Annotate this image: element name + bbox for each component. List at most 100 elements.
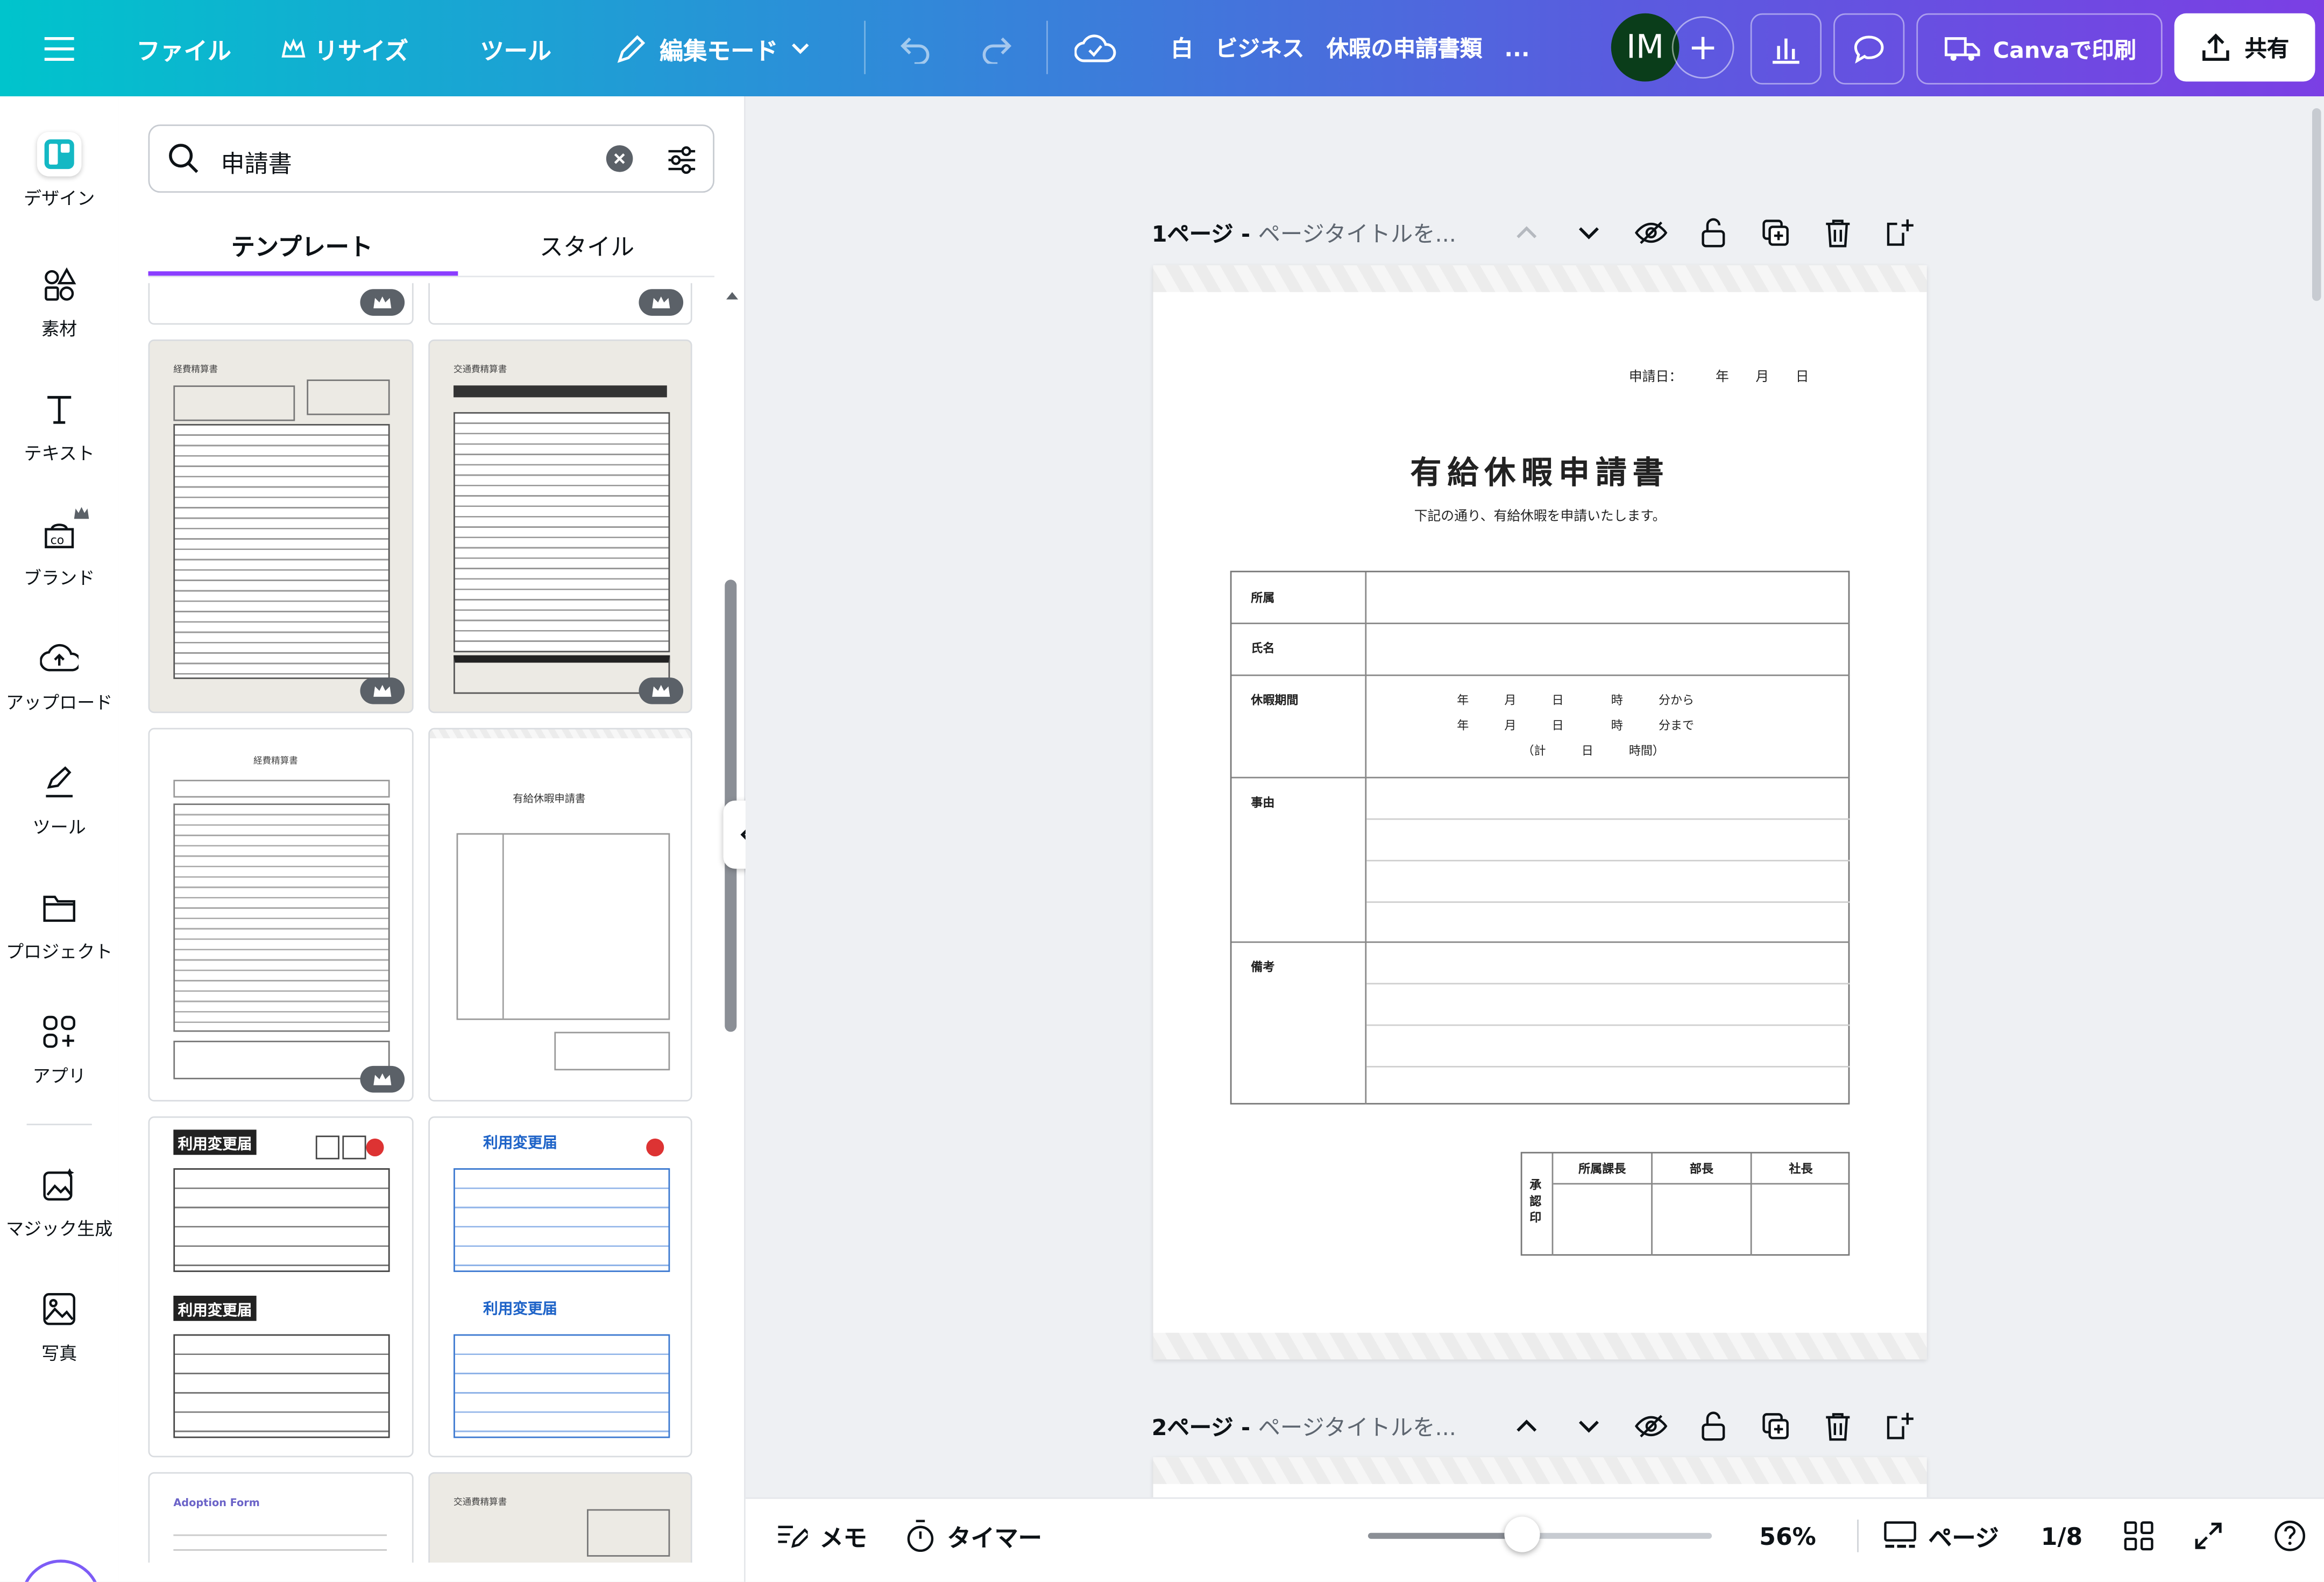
- document-subtitle[interactable]: 下記の通り、有給休暇を申請いたします。: [1153, 505, 1926, 525]
- panel-scrollbar[interactable]: [725, 283, 740, 1563]
- hide-page-button[interactable]: [1620, 215, 1682, 250]
- page-1[interactable]: 申請日： 年 月 日 有給休暇申請書 下記の通り、有給休暇を申請いたします。 所…: [1153, 265, 1927, 1360]
- thumb-title: 利用変更届: [483, 1301, 557, 1318]
- move-down-button[interactable]: [1558, 1408, 1620, 1444]
- sparkle-icon: [41, 1580, 80, 1582]
- page-2[interactable]: [1153, 1457, 1927, 1498]
- page-2-title[interactable]: ページタイトルを...: [1258, 1414, 1456, 1441]
- edit-mode-dropdown[interactable]: 編集モード: [615, 0, 811, 96]
- timer-button[interactable]: タイマー: [905, 1499, 1042, 1573]
- fullscreen-button[interactable]: [2194, 1499, 2223, 1573]
- help-button[interactable]: [2273, 1499, 2306, 1573]
- approval-stamp-table[interactable]: 承認印 所属課長 部長 社長: [1520, 1152, 1850, 1256]
- rail-upload[interactable]: アップロード: [0, 636, 118, 715]
- template-thumb-adoption[interactable]: Adoption Form: [148, 1472, 414, 1563]
- page-2-header[interactable]: 2ページ - ページタイトルを...: [1152, 1411, 1456, 1443]
- add-page-button[interactable]: [1869, 1408, 1931, 1444]
- print-with-canva-button[interactable]: Canvaで印刷: [1916, 13, 2163, 85]
- rail-magic-media[interactable]: マジック生成: [0, 1162, 118, 1241]
- canva-ai-button[interactable]: [20, 1559, 101, 1582]
- application-date[interactable]: 申請日： 年 月 日: [1629, 366, 1809, 386]
- page-1-title[interactable]: ページタイトルを...: [1258, 221, 1456, 248]
- period-total[interactable]: （計 日 時間）: [1522, 743, 1664, 759]
- tab-divider: [148, 276, 714, 278]
- plus-icon: +: [1688, 26, 1718, 68]
- template-thumb-leave[interactable]: 有給休暇申請書: [428, 728, 692, 1102]
- notes-button[interactable]: メモ: [775, 1499, 867, 1573]
- lock-page-button[interactable]: [1682, 215, 1745, 250]
- template-thumb-transport[interactable]: 交通費精算書: [428, 339, 692, 714]
- tab-templates[interactable]: テンプレート: [231, 227, 373, 263]
- duplicate-page-button[interactable]: [1745, 1408, 1807, 1444]
- search-box[interactable]: 申請書: [148, 124, 714, 193]
- clear-search-button[interactable]: [606, 145, 633, 172]
- template-thumb-expense-white[interactable]: 経費精算書: [148, 728, 414, 1102]
- brand-icon: co: [37, 507, 89, 556]
- leave-form-table[interactable]: 所属 氏名 休暇期間 事由 備考 年 月 日 時 分から 年 月 日 時 分まで…: [1230, 570, 1850, 1105]
- redo-button[interactable]: [978, 0, 1014, 96]
- active-tab-indicator: [148, 271, 458, 276]
- expand-icon: [2195, 1522, 2222, 1549]
- add-page-button[interactable]: [1869, 215, 1931, 250]
- rail-brand[interactable]: co ブランド: [0, 507, 118, 590]
- page-counter[interactable]: 1/8: [2041, 1499, 2082, 1573]
- rail-apps[interactable]: アプリ: [0, 1009, 118, 1088]
- page-1-header[interactable]: 1ページ - ページタイトルを...: [1152, 218, 1456, 249]
- template-thumb-transport-2[interactable]: 交通費精算書: [428, 1472, 692, 1563]
- unlock-icon: [1702, 1411, 1725, 1441]
- search-input[interactable]: 申請書: [221, 144, 292, 179]
- zoom-slider-handle[interactable]: [1505, 1516, 1541, 1552]
- document-heading[interactable]: 有給休暇申請書: [1153, 449, 1926, 494]
- rail-text[interactable]: テキスト: [0, 387, 118, 465]
- delete-page-button[interactable]: [1806, 1408, 1869, 1444]
- delete-page-button[interactable]: [1806, 215, 1869, 250]
- thumb-title: 交通費精算書: [454, 364, 507, 376]
- canvas-scrollbar[interactable]: [2312, 108, 2321, 301]
- template-thumb-expense[interactable]: 経費精算書: [148, 339, 414, 714]
- resize-menu[interactable]: リサイズ: [281, 0, 408, 96]
- filter-icon[interactable]: [665, 144, 698, 176]
- pages-icon: [1884, 1521, 1916, 1548]
- rail-tools[interactable]: ツール: [0, 760, 118, 839]
- thumb-title: 利用変更届: [173, 1129, 257, 1155]
- period-to[interactable]: 年 月 日 時 分まで: [1457, 717, 1694, 733]
- magic-image-icon: [37, 1162, 82, 1207]
- file-menu[interactable]: ファイル: [136, 0, 231, 96]
- hide-page-button[interactable]: [1620, 1408, 1682, 1444]
- share-button[interactable]: 共有: [2174, 13, 2315, 82]
- pages-button[interactable]: ページ: [1884, 1499, 1999, 1573]
- grid-view-button[interactable]: [2124, 1499, 2153, 1573]
- insights-button[interactable]: [1750, 13, 1822, 85]
- period-from[interactable]: 年 月 日 時 分から: [1457, 693, 1694, 709]
- move-down-button[interactable]: [1558, 215, 1620, 250]
- rail-design[interactable]: デザイン: [0, 132, 118, 210]
- template-thumb[interactable]: [428, 283, 692, 325]
- rail-elements[interactable]: 素材: [0, 263, 118, 341]
- tools-menu[interactable]: ツール: [480, 0, 551, 96]
- move-up-button[interactable]: [1496, 215, 1558, 250]
- trash-icon: [1826, 220, 1850, 248]
- design-icon: [37, 132, 82, 176]
- comments-button[interactable]: [1833, 13, 1905, 85]
- zoom-level[interactable]: 56%: [1759, 1499, 1816, 1573]
- user-avatar[interactable]: IM: [1611, 13, 1680, 82]
- save-status-button[interactable]: [1074, 0, 1116, 96]
- template-thumb-change-blue[interactable]: 利用変更届 利用変更届: [428, 1116, 692, 1458]
- duplicate-icon: [1762, 1413, 1789, 1439]
- cloud-upload-icon: [37, 636, 82, 681]
- rail-photos[interactable]: 写真: [0, 1287, 118, 1365]
- chevron-down-icon: [792, 43, 809, 53]
- template-thumb-change-bw[interactable]: 利用変更届 利用変更届: [148, 1116, 414, 1458]
- menu-button[interactable]: [44, 0, 74, 96]
- add-collaborator-button[interactable]: +: [1671, 16, 1734, 79]
- move-up-button[interactable]: [1496, 1408, 1558, 1444]
- undo-button[interactable]: [898, 0, 934, 96]
- lock-page-button[interactable]: [1682, 1408, 1745, 1444]
- rail-projects[interactable]: プロジェクト: [0, 885, 118, 964]
- document-title[interactable]: 白 ビジネス 休暇の申請書類 ...: [1171, 0, 1530, 96]
- template-thumb[interactable]: [148, 283, 414, 325]
- tab-styles[interactable]: スタイル: [540, 227, 634, 263]
- zoom-slider[interactable]: [1368, 1516, 1712, 1552]
- folder-icon: [37, 885, 82, 930]
- duplicate-page-button[interactable]: [1745, 215, 1807, 250]
